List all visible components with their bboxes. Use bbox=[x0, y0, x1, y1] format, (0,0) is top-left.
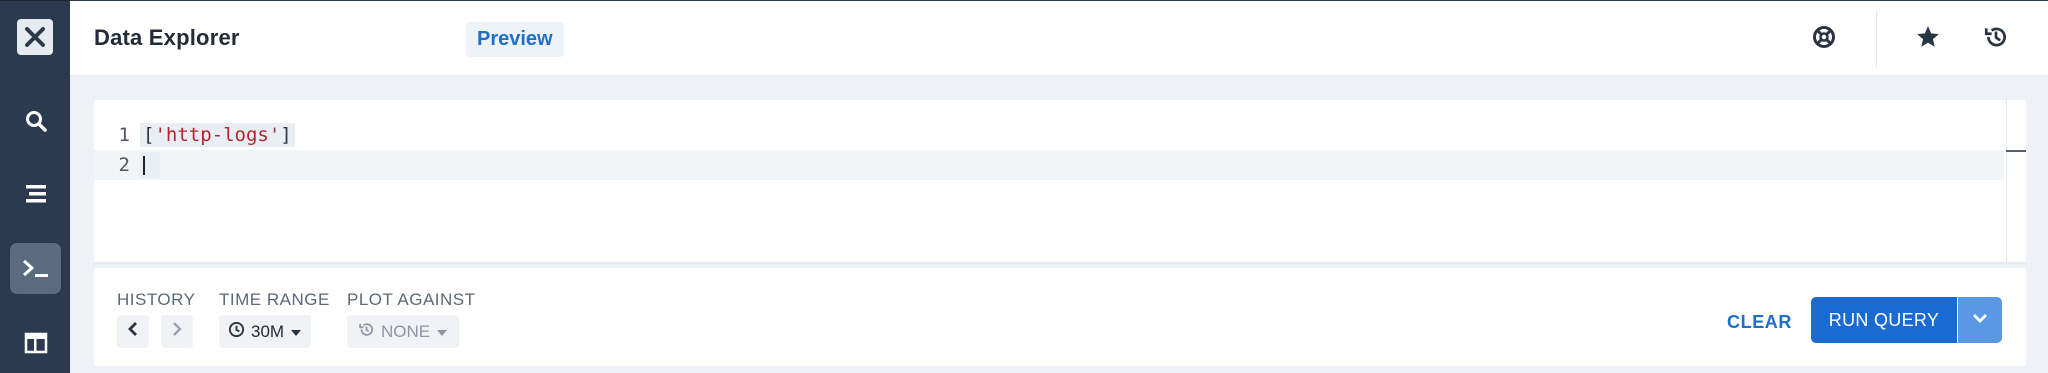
query-controls: HISTORY TIME RANGE 30M PLOT AGAINST NONE… bbox=[94, 268, 2026, 366]
line-number: 1 bbox=[118, 124, 130, 146]
page-title: Data Explorer bbox=[94, 25, 240, 50]
text-cursor bbox=[140, 152, 160, 178]
bracket-close: ] bbox=[280, 124, 292, 146]
clock-icon bbox=[228, 321, 245, 343]
history-icon bbox=[1983, 24, 2009, 55]
star-icon bbox=[1915, 24, 1941, 55]
favorite-button[interactable] bbox=[1912, 23, 1944, 55]
chevron-right-icon bbox=[171, 321, 183, 342]
code-line: 1 ['http-logs'] bbox=[94, 120, 2004, 150]
layout-panel-icon bbox=[24, 332, 48, 354]
data-explorer-app: Data Explorer Preview 1 ['http-logs'] 2 … bbox=[0, 0, 2048, 373]
chevron-down-icon bbox=[1972, 311, 1988, 329]
line-number: 2 bbox=[118, 154, 130, 176]
history-forward-button[interactable] bbox=[161, 315, 193, 348]
caret-down-icon bbox=[290, 322, 302, 342]
query-editor[interactable]: 1 ['http-logs'] 2 bbox=[94, 100, 2026, 264]
editor-scrollbar[interactable] bbox=[2006, 100, 2026, 262]
scrollbar-thumb[interactable] bbox=[2006, 150, 2026, 152]
caret-down-icon bbox=[436, 322, 448, 342]
history-label: HISTORY bbox=[117, 290, 196, 309]
time-range-value: 30M bbox=[251, 321, 285, 341]
preview-badge: Preview bbox=[466, 22, 564, 57]
plot-against-select[interactable]: NONE bbox=[347, 315, 460, 348]
header-divider bbox=[1876, 11, 1877, 67]
history-small-icon bbox=[358, 321, 375, 343]
sidebar-item-terminal[interactable] bbox=[10, 243, 61, 294]
stacked-lines-icon bbox=[24, 183, 48, 205]
sidebar-item-list[interactable] bbox=[10, 168, 61, 219]
close-x-logo-icon[interactable] bbox=[17, 19, 53, 55]
lifebuoy-icon bbox=[1812, 25, 1836, 54]
history-back-button[interactable] bbox=[117, 315, 149, 348]
search-icon bbox=[24, 109, 48, 133]
sidebar-item-search[interactable] bbox=[10, 95, 61, 146]
terminal-prompt-icon bbox=[21, 258, 51, 280]
plot-against-value: NONE bbox=[381, 321, 431, 341]
run-options-button[interactable] bbox=[1958, 297, 2002, 343]
sidebar-item-dashboard[interactable] bbox=[10, 317, 61, 368]
run-query-button[interactable]: RUN QUERY bbox=[1811, 297, 1957, 343]
bracket-open: [ bbox=[143, 124, 155, 146]
chevron-left-icon bbox=[127, 321, 139, 342]
code-line-active: 2 bbox=[94, 150, 2004, 180]
history-button[interactable] bbox=[1980, 23, 2012, 55]
plot-against-label: PLOT AGAINST bbox=[347, 290, 476, 309]
sidebar bbox=[0, 0, 70, 373]
string-literal: 'http-logs' bbox=[154, 124, 281, 146]
clear-button[interactable]: CLEAR bbox=[1723, 305, 1796, 339]
code-text: ['http-logs'] bbox=[140, 123, 295, 147]
time-range-label: TIME RANGE bbox=[219, 290, 330, 309]
page-header: Data Explorer Preview bbox=[70, 0, 2048, 76]
help-button[interactable] bbox=[1808, 23, 1840, 55]
time-range-select[interactable]: 30M bbox=[219, 315, 312, 348]
